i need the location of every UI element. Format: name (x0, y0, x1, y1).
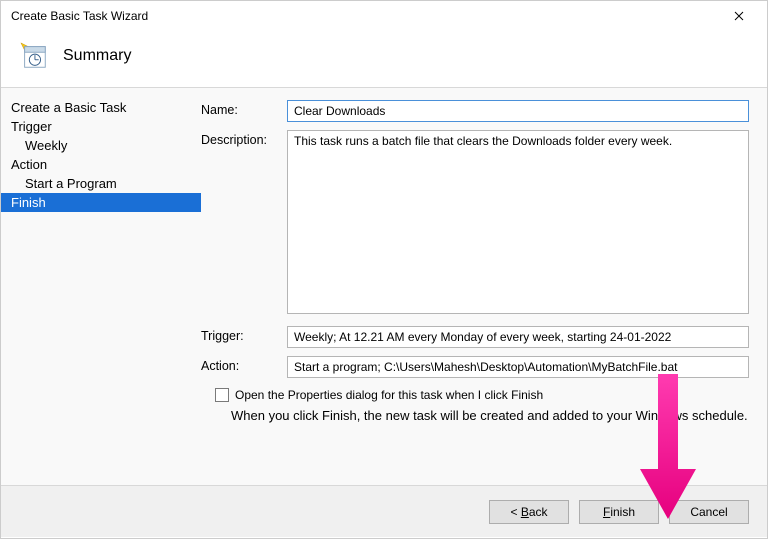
action-label: Action: (201, 356, 287, 373)
sidebar-step[interactable]: Start a Program (1, 174, 201, 193)
wizard-heading: Summary (63, 47, 131, 65)
name-label: Name: (201, 100, 287, 117)
wizard-header: Summary (1, 31, 767, 87)
wizard-body: Create a Basic TaskTriggerWeeklyActionSt… (1, 87, 767, 485)
close-button[interactable] (719, 2, 759, 30)
sidebar-step[interactable]: Action (1, 155, 201, 174)
trigger-value: Weekly; At 12.21 AM every Monday of ever… (287, 326, 749, 348)
sidebar-step[interactable]: Finish (1, 193, 201, 212)
open-properties-checkbox[interactable] (215, 388, 229, 402)
trigger-label: Trigger: (201, 326, 287, 343)
cancel-button[interactable]: Cancel (669, 500, 749, 524)
finish-button[interactable]: Finish (579, 500, 659, 524)
window-title: Create Basic Task Wizard (11, 9, 719, 23)
action-value: Start a program; C:\Users\Mahesh\Desktop… (287, 356, 749, 378)
calendar-icon (19, 41, 49, 71)
wizard-steps-sidebar: Create a Basic TaskTriggerWeeklyActionSt… (1, 88, 201, 485)
sidebar-step[interactable]: Trigger (1, 117, 201, 136)
description-input[interactable] (287, 130, 749, 314)
finish-info-text: When you click Finish, the new task will… (231, 408, 749, 423)
close-icon (734, 11, 744, 21)
name-input[interactable] (287, 100, 749, 122)
description-label: Description: (201, 130, 287, 147)
titlebar: Create Basic Task Wizard (1, 1, 767, 31)
wizard-footer: < Back Finish Cancel (1, 485, 767, 537)
sidebar-step[interactable]: Weekly (1, 136, 201, 155)
open-properties-label: Open the Properties dialog for this task… (235, 388, 543, 402)
summary-panel: Name: Description: Trigger: Weekly; At 1… (201, 88, 767, 485)
sidebar-step[interactable]: Create a Basic Task (1, 98, 201, 117)
back-button[interactable]: < Back (489, 500, 569, 524)
